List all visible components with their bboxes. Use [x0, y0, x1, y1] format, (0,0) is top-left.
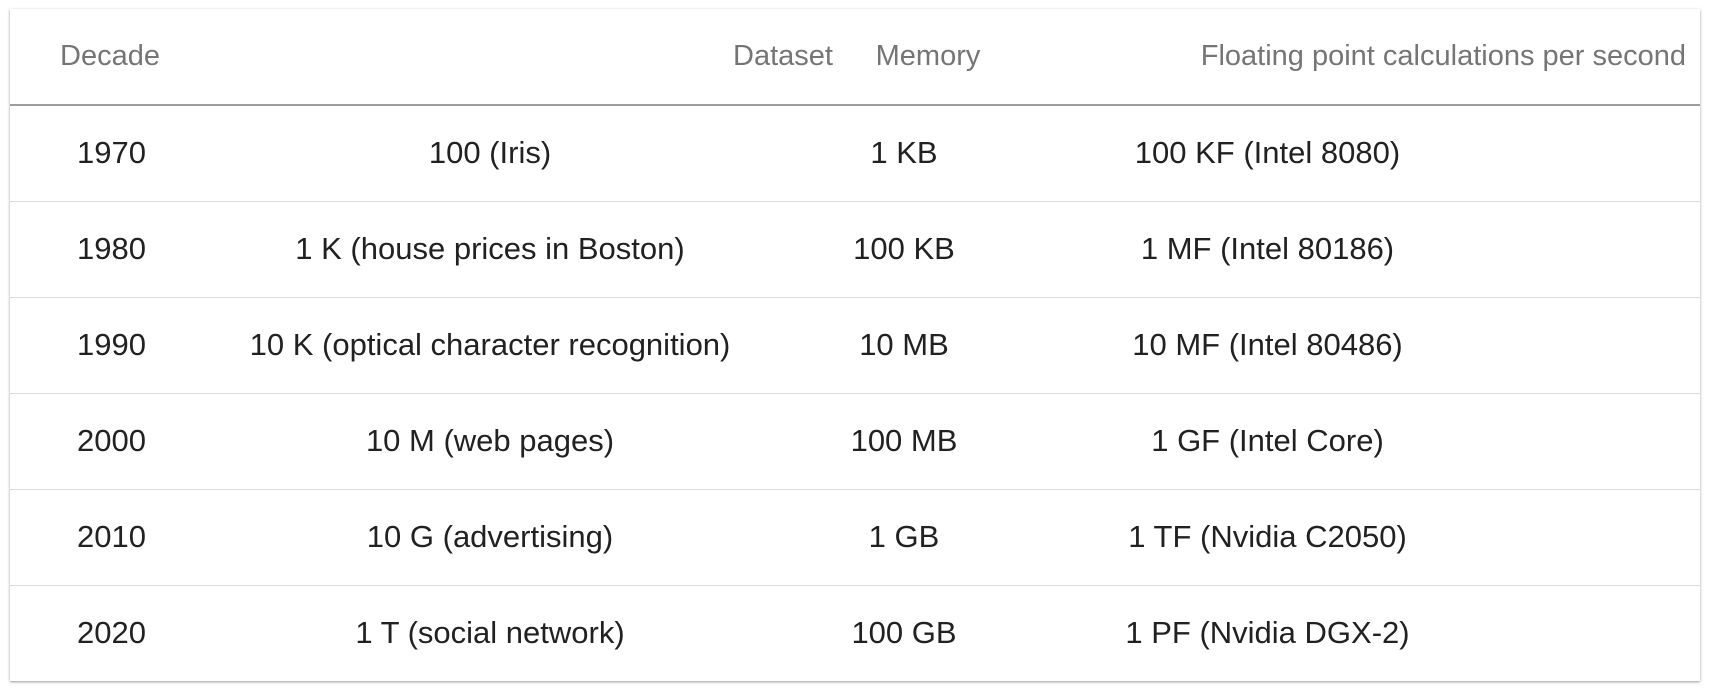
table-row: 2010 10 G (advertising) 1 GB 1 TF (Nvidi…	[10, 489, 1700, 586]
cell-flops-text: 1 MF (Intel 80186)	[1140, 231, 1395, 266]
cell-dataset-text: 1 K (house prices in Boston)	[295, 231, 685, 266]
table-row: 1980 1 K (house prices in Boston) 100 KB…	[10, 201, 1700, 298]
cell-flops: 1 MF (Intel 80186)	[1019, 201, 1700, 298]
cell-flops: 100 KF (Intel 8080)	[1019, 105, 1700, 202]
table-row: 1970 100 (Iris) 1 KB 100 KF (Intel 8080)	[10, 105, 1700, 202]
cell-flops-text: 1 TF (Nvidia C2050)	[1128, 519, 1407, 554]
cell-dataset: 10 G (advertising)	[215, 489, 837, 586]
table-row: 2020 1 T (social network) 100 GB 1 PF (N…	[10, 585, 1700, 681]
table-row: 1990 10 K (optical character recognition…	[10, 297, 1700, 394]
cell-dataset: 10 K (optical character recognition)	[215, 297, 837, 394]
cell-dataset: 1 T (social network)	[215, 585, 837, 681]
column-header-dataset: Dataset	[215, 9, 837, 106]
column-header-flops: Floating point calculations per second	[1019, 9, 1700, 106]
cell-dataset-text: 10 K (optical character recognition)	[249, 327, 731, 362]
cell-flops: 1 TF (Nvidia C2050)	[1019, 489, 1700, 586]
table-row: 2000 10 M (web pages) 100 MB 1 GF (Intel…	[10, 393, 1700, 490]
cell-dataset-text: 10 M (web pages)	[365, 423, 615, 458]
table-header: Decade Dataset Memory Floating point cal…	[10, 9, 1700, 106]
compute-history-table: Decade Dataset Memory Floating point cal…	[10, 9, 1700, 681]
cell-dataset-text: 1 T (social network)	[355, 615, 625, 651]
cell-dataset-text: 10 G (advertising)	[366, 519, 614, 554]
cell-dataset: 10 M (web pages)	[215, 393, 837, 490]
table-body: 1970 100 (Iris) 1 KB 100 KF (Intel 8080)…	[10, 105, 1700, 681]
cell-dataset: 100 (Iris)	[215, 105, 837, 202]
cell-flops-text: 100 KF (Intel 8080)	[1134, 135, 1401, 171]
cell-flops-text: 10 MF (Intel 80486)	[1132, 327, 1403, 362]
cell-flops-text: 1 GF (Intel Core)	[1151, 423, 1384, 458]
cell-flops: 10 MF (Intel 80486)	[1019, 297, 1700, 394]
cell-flops-text: 1 PF (Nvidia DGX-2)	[1125, 615, 1410, 651]
cell-flops: 1 PF (Nvidia DGX-2)	[1019, 585, 1700, 681]
data-table-card: Decade Dataset Memory Floating point cal…	[10, 9, 1700, 681]
header-row: Decade Dataset Memory Floating point cal…	[10, 9, 1700, 106]
cell-dataset-text: 100 (Iris)	[428, 135, 552, 171]
cell-flops: 1 GF (Intel Core)	[1019, 393, 1700, 490]
column-header-memory: Memory	[837, 9, 1019, 106]
column-header-decade: Decade	[10, 9, 215, 106]
cell-dataset: 1 K (house prices in Boston)	[215, 201, 837, 298]
